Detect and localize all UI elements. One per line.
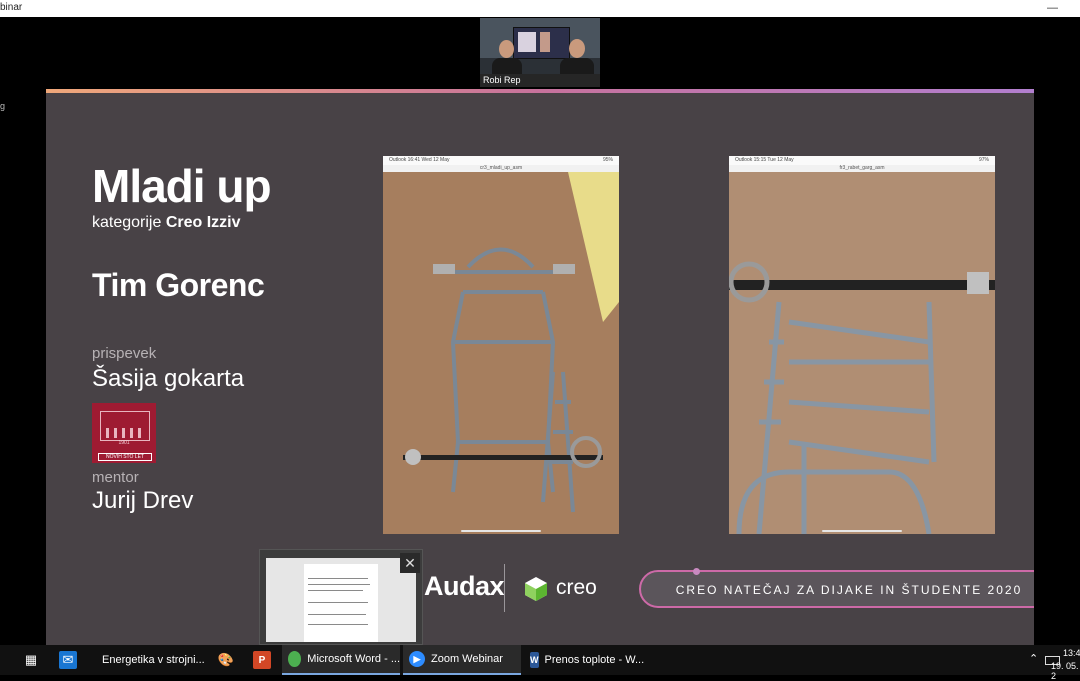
taskbar: ▦ ✉ Energetika v strojni... 🎨 P Microsof… [0,645,1080,675]
taskbar-item-word[interactable]: W Prenos toplote - W... [524,645,644,675]
taskbar-item-energetika[interactable]: Energetika v strojni... [90,645,205,675]
school-logo-year: 1901 [118,440,130,446]
paint-icon[interactable]: 🎨 [217,651,235,669]
tablet-url: fr3_rabet_garg_asm [729,165,995,172]
audax-logo: Audax [424,571,505,601]
slide-heading: Mladi up [92,160,272,212]
shared-slide: Mladi up kategorije Creo Izziv Tim Goren… [46,89,1034,645]
close-icon[interactable]: ✕ [400,553,420,573]
tablet-home-indicator [461,530,541,532]
tablet-status-bar: Outlook 16:41 Wed 12 May 95% [383,156,619,165]
tablet-screenshot-right: Outlook 15:15 Tue 12 May 97% fr3_rabet_g… [729,156,995,534]
taskbar-item-zoom[interactable]: ▶ Zoom Webinar [403,645,521,675]
school-building-icon [100,411,150,441]
task-view-icon[interactable]: ▦ [22,651,40,669]
minimize-icon[interactable]: — [1047,2,1058,14]
tablet-status-right: 95% [602,157,613,163]
tablet-status-left: Outlook 16:41 Wed 12 May [389,157,450,163]
slide-accent-bar [46,89,1034,93]
mail-icon[interactable]: ✉ [59,651,77,669]
contest-banner-text: CREO NATEČAJ ZA DIJAKE IN ŠTUDENTE 2020 [675,583,1023,597]
tablet-status-right: 97% [978,157,989,163]
zoom-icon: ▶ [409,651,425,667]
document-preview [266,558,416,642]
brand-divider [504,564,505,612]
word-icon: W [530,652,539,668]
banner-dot [693,568,700,575]
chrome-icon [288,651,302,667]
contest-banner: CREO NATEČAJ ZA DIJAKE IN ŠTUDENTE 2020 [639,568,1034,608]
tablet-status-left: Outlook 15:15 Tue 12 May [735,157,794,163]
tablet-status-bar: Outlook 15:15 Tue 12 May 97% [729,156,995,165]
clock-time[interactable]: 13:4 [1063,648,1080,658]
mentor-name: Jurij Drev [92,487,194,514]
tablet-screenshot-left: Outlook 16:41 Wed 12 May 95% cr3_mladi_u… [383,156,619,534]
clock-date[interactable]: 19. 05. 2 [1051,661,1080,681]
document-page [304,564,378,642]
school-logo-motto: NOVIH STO LET [98,453,152,461]
tablet-url: cr3_mladi_up_asm [383,165,619,172]
contribution-label: prispevek [92,345,157,362]
creo-logo-text: creo [556,576,597,599]
contribution-title: Šasija gokarta [92,365,245,392]
participant-video[interactable]: Robi Rep [480,18,600,87]
tablet-home-indicator [822,530,902,532]
window-title: binar [0,2,23,13]
window-titlebar: binar — [0,0,1080,17]
category-prefix: kategorije [92,214,162,231]
slide-category: kategorije Creo Izziv [92,214,241,232]
kart-axle-image [729,261,995,534]
school-logo: 1901 NOVIH STO LET [92,403,156,463]
video-monitor [513,27,570,59]
participant-head-right [569,39,585,58]
kart-chassis-image [403,172,619,513]
participant-name: Robi Rep [483,75,521,85]
tray-chevron-up-icon[interactable]: ⌃ [1029,652,1038,665]
powerpoint-icon[interactable]: P [253,651,271,669]
creo-cube-icon [525,577,547,601]
participant-head-left [499,40,514,58]
taskbar-item-chrome-word[interactable]: Microsoft Word - ... [282,645,400,675]
sidebar-mark: g [0,101,6,111]
team-name: Tim Gorenc [92,267,265,303]
document-preview-thumbnail[interactable]: ✕ [259,549,423,645]
mentor-label: mentor [92,469,139,486]
category-name: Creo Izziv [165,214,241,231]
